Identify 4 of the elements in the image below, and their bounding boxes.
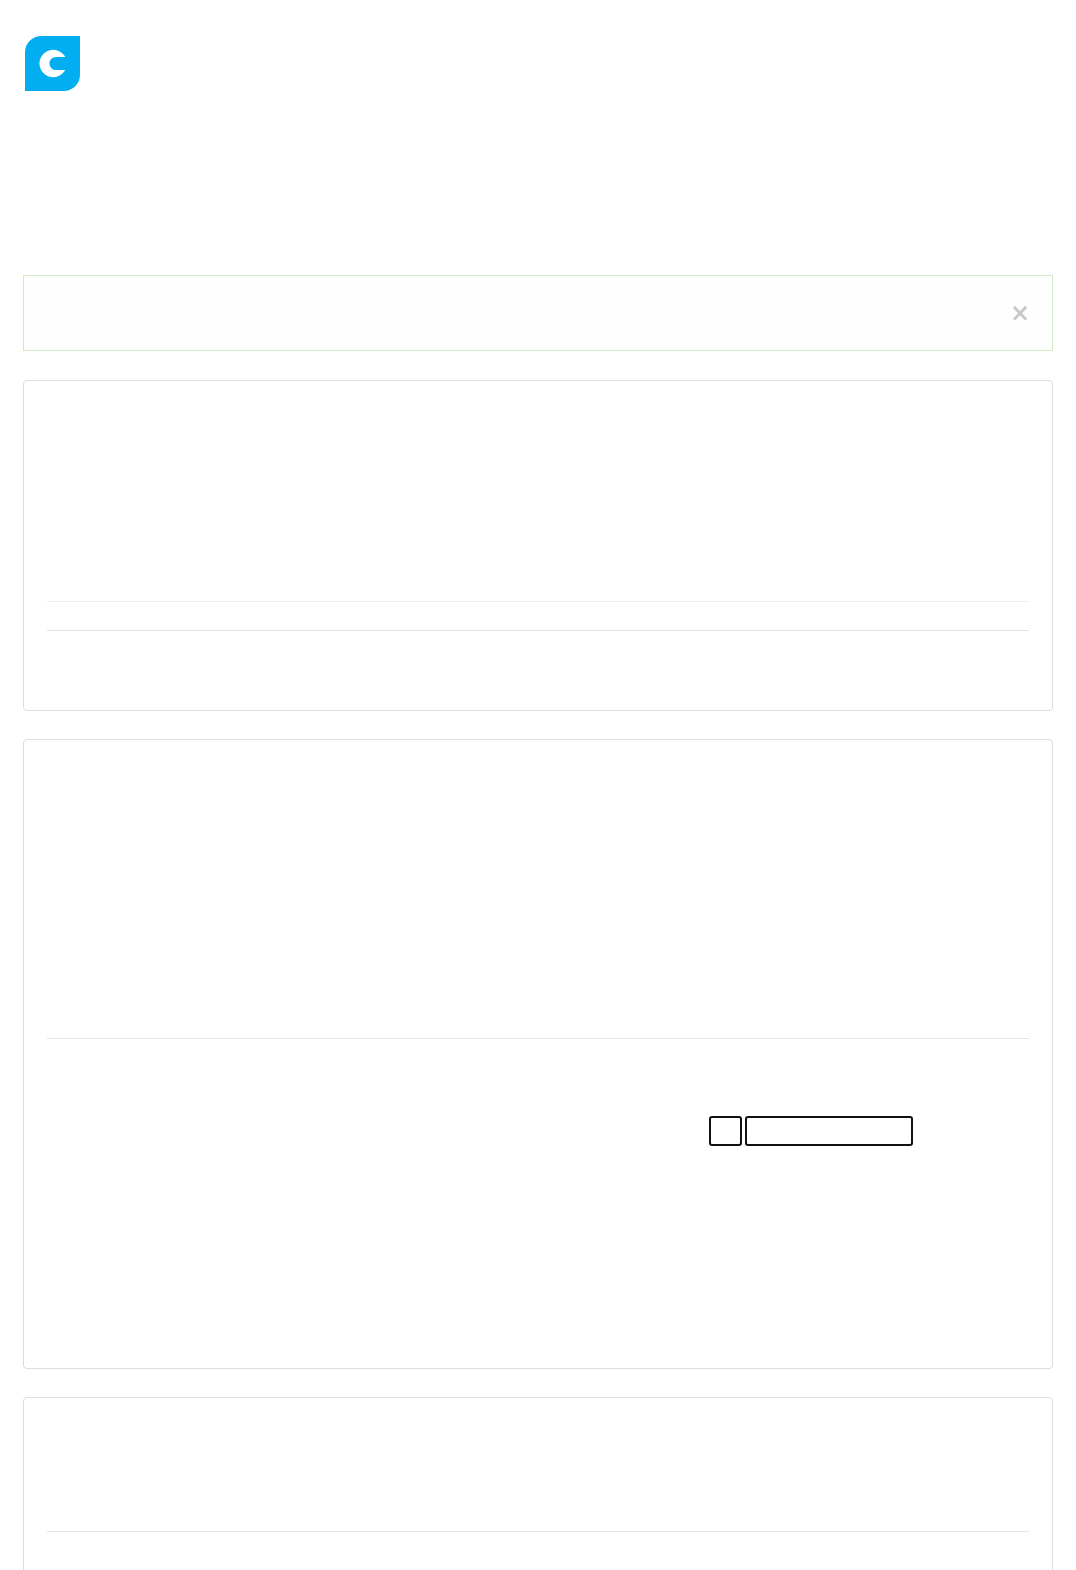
logo-icon — [25, 36, 80, 91]
input-field[interactable] — [709, 1116, 742, 1146]
input-field[interactable] — [745, 1116, 913, 1146]
close-button[interactable]: × — [1009, 301, 1030, 325]
